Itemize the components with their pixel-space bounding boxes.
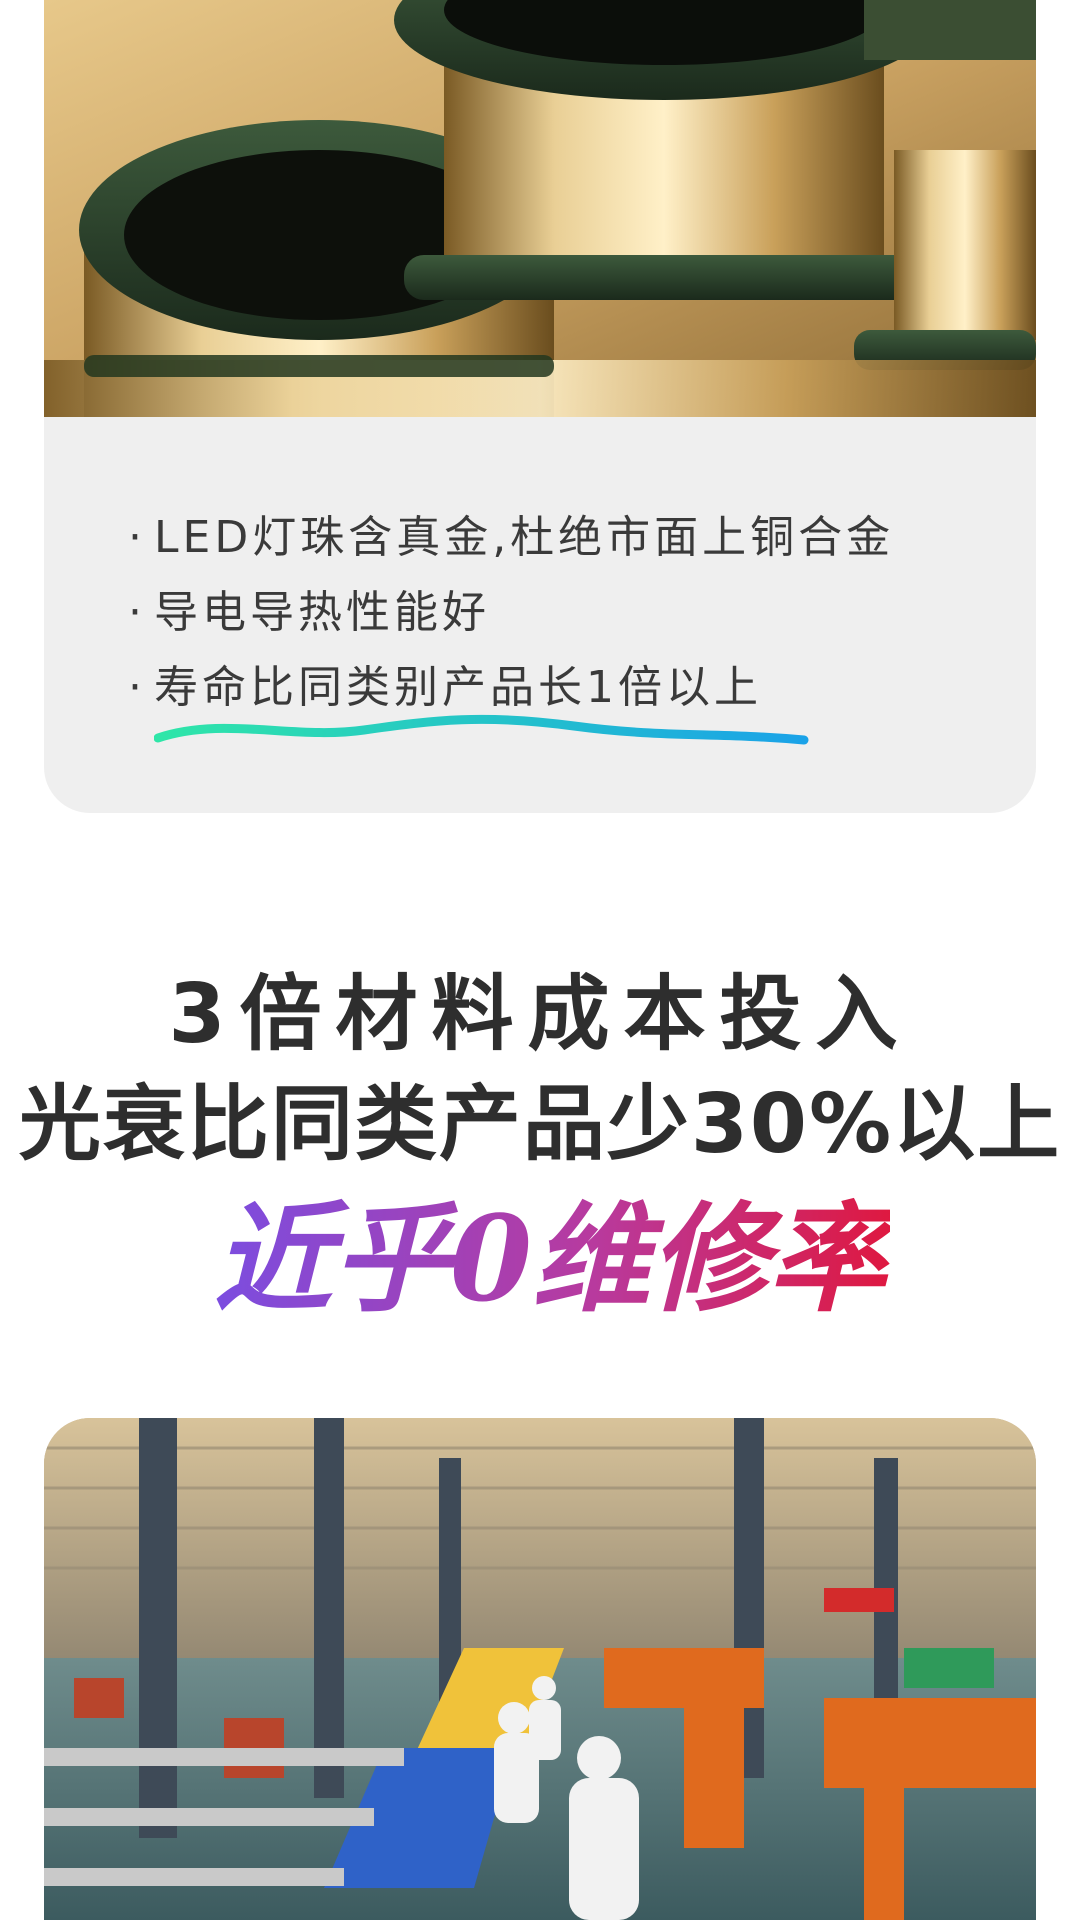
bullet-item: · LED灯珠含真金,杜绝市面上铜合金 — [128, 500, 988, 575]
bullet-text: 寿命比同类别产品长1倍以上 — [154, 662, 762, 713]
bullet-marker: · — [128, 587, 146, 638]
bullet-marker: · — [128, 512, 146, 563]
underline-wave — [154, 714, 809, 745]
feature-bullets: · LED灯珠含真金,杜绝市面上铜合金 · 导电导热性能好 · 寿命比同类别产品长1倍… — [128, 500, 988, 725]
page: · LED灯珠含真金,杜绝市面上铜合金 · 导电导热性能好 · 寿命比同类别产品长1倍… — [0, 0, 1080, 1920]
bullet-item: · 导电导热性能好 — [128, 575, 988, 650]
brush-slogan-text: 近乎0维修率 — [214, 1189, 890, 1328]
headline-line-1: 3倍材料成本投入 — [168, 967, 912, 1062]
factory-photo — [44, 1418, 1036, 1920]
bullet-text: 导电导热性能好 — [154, 587, 490, 638]
gold-wire-photo — [44, 0, 1036, 417]
headline-line-2: 光衰比同类产品少30%以上 — [18, 1077, 1062, 1172]
bullet-text: LED灯珠含真金,杜绝市面上铜合金 — [154, 512, 895, 563]
bullet-marker: · — [128, 662, 146, 713]
feature-card: · LED灯珠含真金,杜绝市面上铜合金 · 导电导热性能好 · 寿命比同类别产品长1倍… — [44, 0, 1036, 813]
brush-slogan: 近乎0维修率 — [214, 1189, 890, 1328]
headline: 3倍材料成本投入 光衰比同类产品少30%以上 — [0, 960, 1080, 1180]
